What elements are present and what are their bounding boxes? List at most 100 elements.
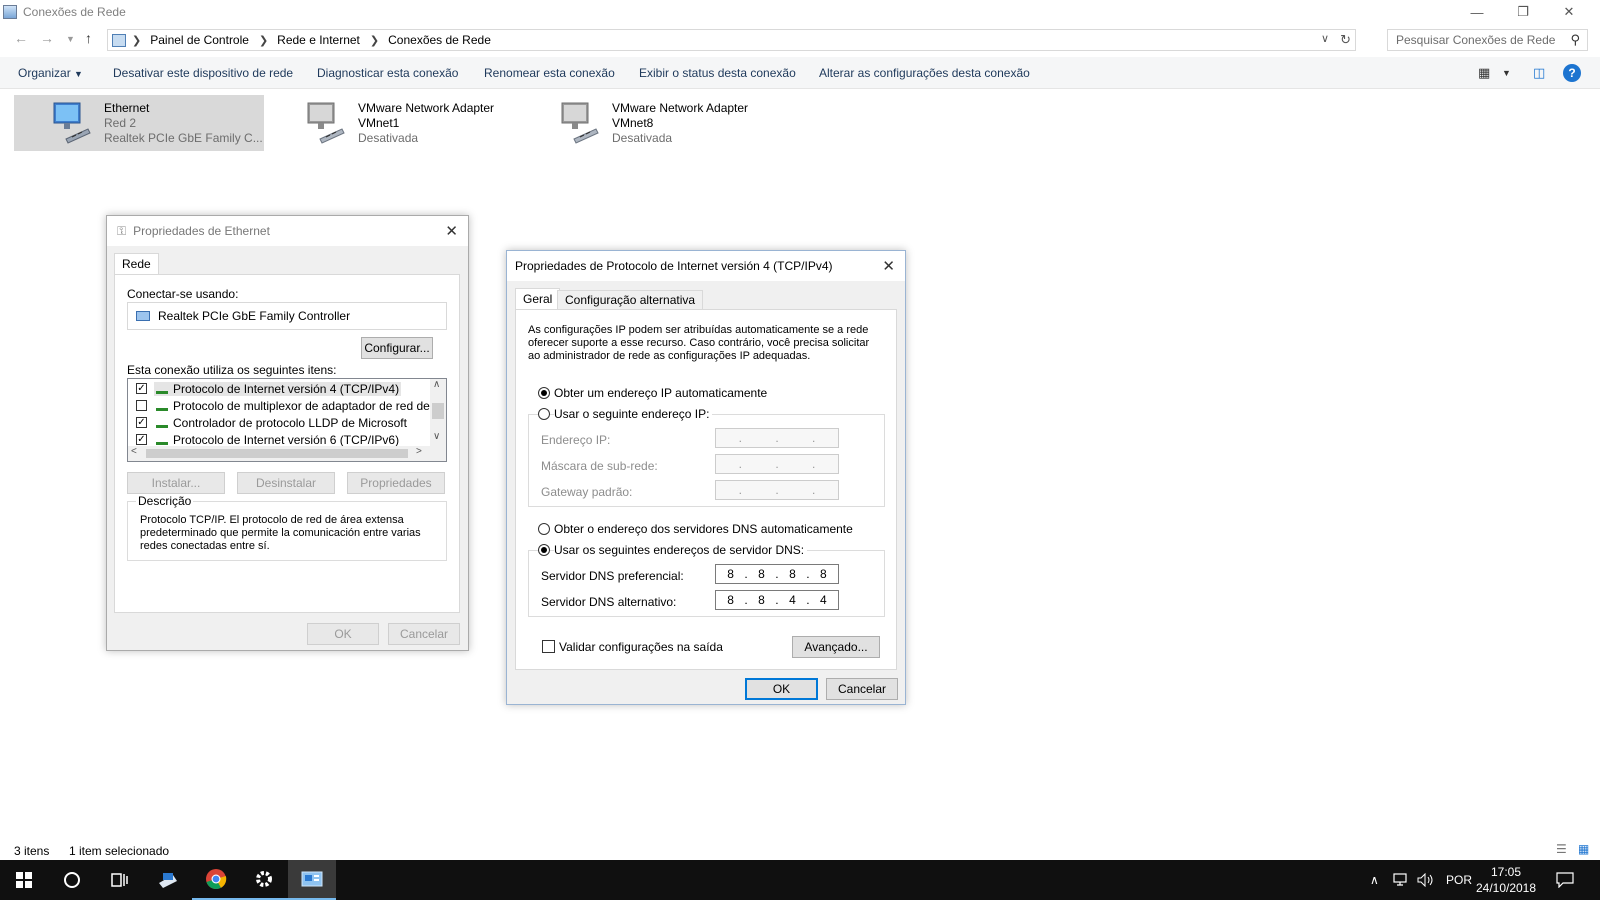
properties-button[interactable]: Propriedades bbox=[347, 472, 445, 494]
address-row: ← → ▼ ↑ ❯ Painel de Controle ❯ Rede e In… bbox=[0, 28, 1600, 52]
list-item[interactable]: ✓ Controlador de protocolo LLDP de Micro… bbox=[134, 415, 424, 431]
show-hidden-icons[interactable]: ∧ bbox=[1370, 860, 1379, 900]
breadcrumb-painel[interactable]: Painel de Controle bbox=[150, 33, 249, 47]
breadcrumb: ❯ Painel de Controle ❯ Rede e Internet ❯… bbox=[132, 33, 501, 47]
adapter-ethernet[interactable]: Ethernet Red 2 Realtek PCIe GbE Family C… bbox=[14, 95, 264, 151]
scroll-right-icon[interactable]: > bbox=[416, 446, 422, 457]
change-view-icon[interactable]: ▦ bbox=[1478, 65, 1490, 81]
adapter-name: Realtek PCIe GbE Family Controller bbox=[158, 309, 351, 323]
connect-using-label: Conectar-se usando: bbox=[127, 287, 239, 301]
auto-ip-radio[interactable] bbox=[538, 387, 550, 399]
manual-ip-radio[interactable] bbox=[538, 408, 550, 420]
search-input[interactable]: Pesquisar Conexões de Rede ⚲ bbox=[1387, 29, 1588, 51]
item-checkbox[interactable]: ✓ bbox=[136, 383, 147, 394]
close-icon[interactable]: ✕ bbox=[1546, 0, 1592, 24]
refresh-icon[interactable]: ↻ bbox=[1340, 32, 1351, 48]
disable-device-button[interactable]: Desativar este dispositivo de rede bbox=[113, 66, 293, 80]
breadcrumb-rede-internet[interactable]: Rede e Internet bbox=[277, 33, 360, 47]
restore-icon[interactable]: ❐ bbox=[1500, 0, 1546, 24]
ok-button[interactable]: OK bbox=[745, 678, 818, 700]
address-bar[interactable]: ❯ Painel de Controle ❯ Rede e Internet ❯… bbox=[107, 29, 1356, 51]
chevron-up-icon[interactable]: ∧ bbox=[1370, 873, 1379, 887]
preview-pane-icon[interactable]: ◫ bbox=[1533, 65, 1545, 81]
input-language[interactable]: POR bbox=[1446, 860, 1472, 900]
description-groupbox: Descrição Protocolo TCP/IP. El protocolo… bbox=[127, 494, 447, 561]
task-view-icon[interactable] bbox=[96, 860, 144, 900]
adapter-network: Red 2 bbox=[104, 116, 137, 130]
diagnose-button[interactable]: Diagnosticar esta conexão bbox=[317, 66, 458, 80]
scroll-down-icon[interactable]: ∨ bbox=[433, 431, 440, 442]
install-button[interactable]: Instalar... bbox=[127, 472, 225, 494]
ip-address-field[interactable]: ... bbox=[715, 428, 839, 448]
dialog-titlebar: ⚿ Propriedades de Ethernet ✕ bbox=[107, 216, 468, 246]
cancel-button[interactable]: Cancelar bbox=[826, 678, 898, 700]
scroll-up-icon[interactable]: ∧ bbox=[433, 379, 440, 390]
chrome-icon[interactable] bbox=[192, 860, 240, 900]
up-arrow-icon[interactable]: ↑ bbox=[85, 30, 92, 46]
scroll-thumb[interactable] bbox=[432, 403, 444, 419]
tab-rede[interactable]: Rede bbox=[114, 253, 159, 274]
validate-label[interactable]: Validar configurações na saída bbox=[559, 640, 723, 654]
preferred-dns-field[interactable]: 8.8.8.8 bbox=[715, 564, 839, 584]
recent-locations-icon[interactable]: ▼ bbox=[66, 34, 75, 44]
search-icon[interactable] bbox=[48, 860, 96, 900]
settings-gear-icon[interactable] bbox=[240, 860, 288, 900]
action-center-icon[interactable] bbox=[1556, 860, 1574, 900]
adapter-vmnet1[interactable]: VMware Network Adapter VMnet1 Desativada bbox=[268, 95, 518, 151]
close-icon[interactable]: ✕ bbox=[882, 257, 895, 275]
list-item[interactable]: Protocolo de multiplexor de adaptador de… bbox=[134, 398, 446, 414]
components-list[interactable]: ✓ Protocolo de Internet versión 4 (TCP/I… bbox=[127, 378, 447, 462]
view-options-chevron-icon[interactable]: ▼ bbox=[1502, 68, 1511, 78]
advanced-button[interactable]: Avançado... bbox=[792, 636, 880, 658]
scroll-thumb[interactable] bbox=[146, 449, 408, 458]
manual-dns-label[interactable]: Usar os seguintes endereços de servidor … bbox=[554, 543, 808, 557]
chevron-down-icon[interactable]: ∨ bbox=[1321, 32, 1329, 45]
configure-button[interactable]: Configurar... bbox=[361, 337, 433, 359]
control-panel-icon bbox=[112, 33, 126, 47]
details-view-icon[interactable]: ☰ bbox=[1556, 842, 1567, 856]
adapter-vmnet8[interactable]: VMware Network Adapter VMnet8 Desativada bbox=[522, 95, 772, 151]
subnet-mask-field[interactable]: ... bbox=[715, 454, 839, 474]
change-settings-button[interactable]: Alterar as configurações desta conexão bbox=[819, 66, 1030, 80]
item-checkbox[interactable] bbox=[136, 400, 147, 411]
protocol-icon bbox=[156, 401, 168, 411]
gateway-field[interactable]: ... bbox=[715, 480, 839, 500]
large-icons-view-icon[interactable]: ▦ bbox=[1578, 842, 1589, 856]
horizontal-scrollbar[interactable]: < > bbox=[128, 446, 446, 461]
clock[interactable]: 17:05 24/10/2018 bbox=[1476, 860, 1536, 900]
item-checkbox[interactable]: ✓ bbox=[136, 417, 147, 428]
network-connections-taskbar-icon[interactable] bbox=[288, 860, 336, 900]
validate-checkbox[interactable] bbox=[542, 640, 555, 653]
volume-icon[interactable] bbox=[1417, 860, 1435, 900]
organize-button[interactable]: Organizar ▼ bbox=[18, 66, 83, 80]
search-icon[interactable]: ⚲ bbox=[1570, 32, 1580, 48]
scroll-left-icon[interactable]: < bbox=[131, 446, 137, 457]
auto-dns-radio[interactable] bbox=[538, 523, 550, 535]
network-tray-icon[interactable] bbox=[1392, 860, 1410, 900]
alternate-dns-field[interactable]: 8.8.4.4 bbox=[715, 590, 839, 610]
subnet-mask-label: Máscara de sub-rede: bbox=[541, 459, 658, 473]
item-checkbox[interactable]: ✓ bbox=[136, 434, 147, 445]
windows-start-icon[interactable] bbox=[0, 860, 48, 900]
manual-ip-label[interactable]: Usar o seguinte endereço IP: bbox=[554, 407, 713, 421]
vertical-scrollbar[interactable]: ∧ ∨ bbox=[430, 379, 446, 447]
uninstall-button[interactable]: Desinstalar bbox=[237, 472, 335, 494]
cancel-button[interactable]: Cancelar bbox=[388, 623, 460, 645]
minimize-icon[interactable]: — bbox=[1454, 0, 1500, 24]
description-text: Protocolo TCP/IP. El protocolo de red de… bbox=[140, 514, 421, 552]
view-status-button[interactable]: Exibir o status desta conexão bbox=[639, 66, 796, 80]
list-item[interactable]: ✓ Protocolo de Internet versión 4 (TCP/I… bbox=[134, 381, 424, 397]
manual-dns-radio[interactable] bbox=[538, 544, 550, 556]
tab-configuracao-alternativa[interactable]: Configuração alternativa bbox=[557, 290, 704, 309]
forward-arrow-icon[interactable]: → bbox=[40, 30, 54, 46]
auto-dns-label[interactable]: Obter o endereço dos servidores DNS auto… bbox=[554, 522, 853, 536]
tab-geral[interactable]: Geral bbox=[515, 288, 561, 309]
help-icon[interactable]: ? bbox=[1563, 64, 1581, 82]
auto-ip-label[interactable]: Obter um endereço IP automaticamente bbox=[554, 386, 767, 400]
close-icon[interactable]: ✕ bbox=[445, 222, 458, 240]
breadcrumb-conexoes[interactable]: Conexões de Rede bbox=[388, 33, 491, 47]
rename-button[interactable]: Renomear esta conexão bbox=[484, 66, 615, 80]
back-arrow-icon[interactable]: ← bbox=[14, 30, 28, 46]
file-explorer-icon[interactable] bbox=[144, 860, 192, 900]
ok-button[interactable]: OK bbox=[307, 623, 379, 645]
